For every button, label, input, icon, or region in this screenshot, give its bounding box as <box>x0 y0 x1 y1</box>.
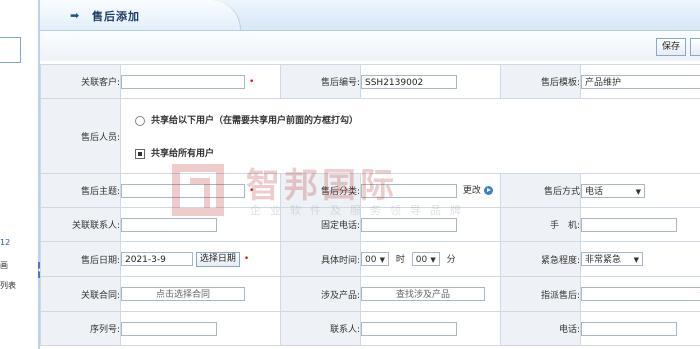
method-select[interactable]: 电话 ▼ <box>581 183 645 198</box>
date-cell: 2021-3-9 选择日期 • <box>120 241 281 277</box>
urgency-cell: 非常紧急 ▼ <box>580 241 700 277</box>
mobile-cell <box>580 207 700 242</box>
customer-label: 关联客户: <box>40 64 121 99</box>
required-mark: • <box>243 254 250 264</box>
arrow-right-icon: ➡ <box>70 9 80 22</box>
required-mark: • <box>249 76 255 87</box>
urgency-value: 非常紧急 <box>585 255 622 265</box>
staff-cell: 共享给以下用户（在需要共享用户前面的方框打勾） 共享给所有用户 <box>120 98 700 174</box>
tel-input[interactable] <box>581 321 677 336</box>
minute-unit: 分 <box>446 254 456 265</box>
serial-input[interactable] <box>121 321 217 336</box>
contact-input[interactable] <box>121 217 217 232</box>
phone-label: 固定电话: <box>280 207 361 242</box>
serial-label: 序列号: <box>40 311 121 346</box>
category-input[interactable] <box>361 183 457 198</box>
category-change-link[interactable]: 更改 <box>463 186 481 196</box>
toolbar: 保存 <box>40 31 700 61</box>
required-mark: • <box>249 185 255 196</box>
urgency-label: 紧急程度: <box>500 241 581 277</box>
method-cell: 电话 ▼ <box>580 173 700 208</box>
sidebar-text-3[interactable]: 列表 <box>0 280 16 291</box>
share-all-text: 共享给所有用户 <box>151 149 215 159</box>
subject-label: 售后主题: <box>40 173 121 208</box>
urgency-select[interactable]: 非常紧急 ▼ <box>581 252 643 266</box>
tel-label: 电话: <box>500 311 581 346</box>
product-cell: 查找涉及产品 <box>360 276 501 312</box>
page-title: 售后添加 <box>92 10 140 23</box>
dropdown-arrow-icon: ▼ <box>379 256 385 265</box>
category-label: 售后分类: <box>280 173 361 208</box>
linkman-input[interactable] <box>361 321 457 336</box>
code-input[interactable]: SSH2139002 <box>361 74 457 89</box>
code-cell: SSH2139002 <box>360 64 501 99</box>
sidebar-text-2[interactable]: 画 <box>0 260 8 271</box>
contract-cell: 点击选择合同 <box>120 276 281 312</box>
date-input[interactable]: 2021-3-9 <box>121 252 193 266</box>
minute-value: 00 <box>415 255 428 266</box>
phone-cell <box>360 207 501 242</box>
linkman-cell <box>360 311 501 346</box>
hour-select[interactable]: 00 ▼ <box>361 252 389 267</box>
mobile-input[interactable] <box>581 217 677 232</box>
hour-unit: 时 <box>395 254 405 265</box>
header-bar: ➡ 售后添加 <box>40 0 700 31</box>
contract-label: 关联合同: <box>40 276 121 312</box>
time-cell: 00 ▼ 时 00 ▼ 分 <box>360 241 501 277</box>
time-label: 具体时间: <box>280 241 361 277</box>
dropdown-arrow-icon: ▼ <box>633 256 639 264</box>
sidebar-button[interactable] <box>0 37 21 63</box>
toolbar-button-2[interactable] <box>690 38 700 56</box>
sidebar-text-1[interactable]: 12 <box>0 238 10 247</box>
customer-input[interactable] <box>121 74 245 89</box>
after-sale-form: 关联客户: • 售后编号: SSH2139002 售后模板: 产品维护 售后人员… <box>40 64 700 346</box>
pick-date-button[interactable]: 选择日期 <box>195 251 240 267</box>
share-users-text: 共享给以下用户（在需要共享用户前面的方框打勾） <box>151 116 359 126</box>
assign-cell: ▼ <box>580 276 700 312</box>
assign-label: 指派售后: <box>500 276 581 312</box>
dropdown-arrow-icon: ▼ <box>635 187 641 196</box>
save-button[interactable]: 保存 <box>656 38 686 56</box>
contact-cell <box>120 207 281 242</box>
customer-cell: • <box>120 64 281 99</box>
category-cell: 更改 <box>360 173 501 208</box>
mobile-label: 手 机: <box>500 207 581 242</box>
hour-value: 00 <box>365 255 377 266</box>
product-label: 涉及产品: <box>280 276 361 312</box>
page-tab: ➡ 售后添加 <box>40 0 241 30</box>
template-value: 产品维护 <box>585 77 622 88</box>
method-label: 售后方式 <box>500 173 581 208</box>
linkman-label: 联系人: <box>280 311 361 346</box>
dropdown-arrow-icon: ▼ <box>430 256 436 265</box>
share-users-radio[interactable] <box>135 115 145 126</box>
subject-cell: • <box>120 173 281 208</box>
tel-cell <box>580 311 700 346</box>
subject-input[interactable] <box>121 183 245 198</box>
template-select[interactable]: 产品维护 <box>581 74 700 89</box>
contact-label: 关联联系人: <box>40 207 121 242</box>
phone-input[interactable] <box>361 217 457 232</box>
product-input[interactable]: 查找涉及产品 <box>361 287 485 301</box>
code-label: 售后编号: <box>280 64 361 99</box>
template-label: 售后模板: <box>500 64 581 99</box>
date-label: 售后日期: <box>40 241 121 277</box>
assign-select[interactable]: ▼ <box>581 287 700 301</box>
share-all-checkbox[interactable] <box>135 148 145 159</box>
template-cell: 产品维护 <box>580 64 700 99</box>
left-sidebar: 12 画 列表 <box>0 0 40 349</box>
staff-label: 售后人员: <box>40 98 121 174</box>
refresh-icon[interactable] <box>483 186 493 196</box>
contract-input[interactable]: 点击选择合同 <box>121 287 245 301</box>
method-value: 电话 <box>585 186 604 197</box>
minute-select[interactable]: 00 ▼ <box>411 252 440 267</box>
serial-cell <box>120 311 281 346</box>
